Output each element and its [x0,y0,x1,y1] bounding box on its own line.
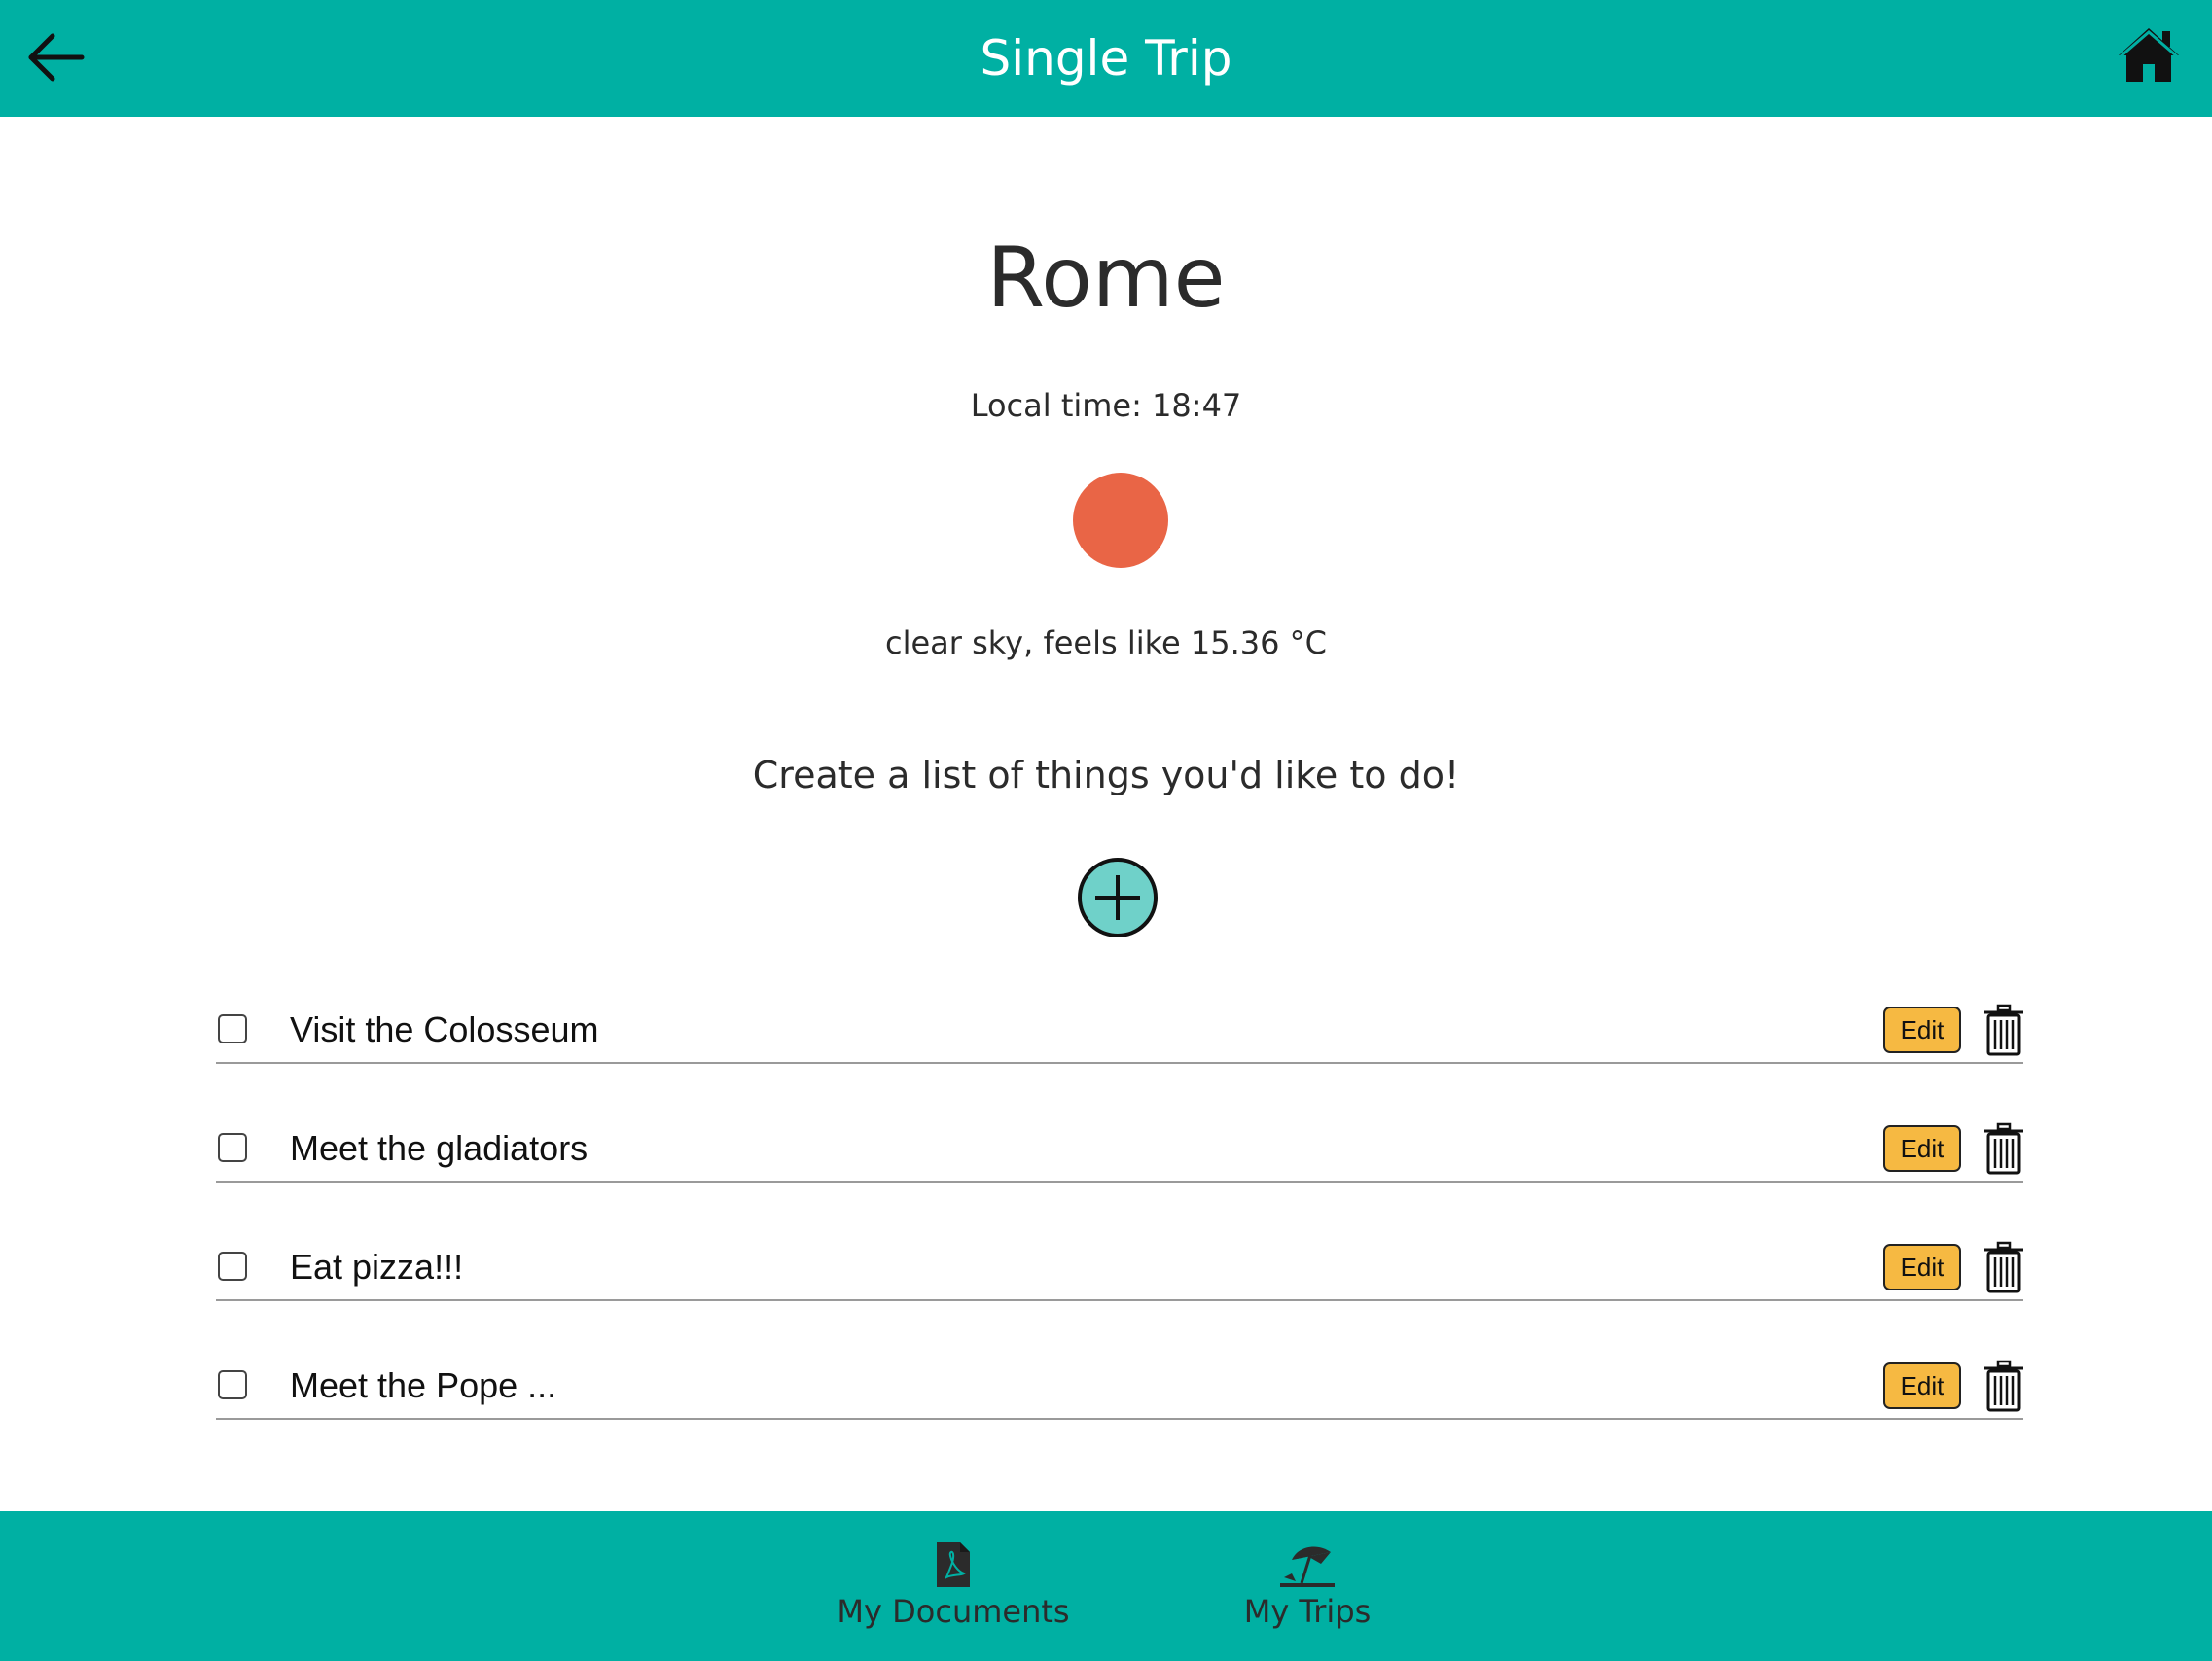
nav-label: My Trips [1243,1593,1372,1630]
delete-button[interactable] [1982,1241,2025,1293]
trash-icon [1984,1004,2023,1056]
top-app-bar: Single Trip [0,0,2212,117]
divider [216,1062,2023,1064]
todo-list: Visit the Colosseum Edit Meet the gladia… [216,982,2023,1457]
home-button[interactable] [2117,25,2181,84]
trash-icon [1984,1241,2023,1293]
todo-label: Eat pizza!!! [290,1247,464,1287]
edit-button[interactable]: Edit [1883,1362,1961,1409]
nav-my-documents[interactable]: My Documents [837,1540,1070,1630]
edit-button[interactable]: Edit [1883,1244,1961,1290]
nav-my-trips[interactable]: My Trips [1220,1540,1395,1630]
divider [216,1418,2023,1420]
beach-umbrella-icon [1280,1546,1335,1587]
page-title: Single Trip [980,30,1232,87]
todo-label: Meet the Pope ... [290,1365,557,1405]
list-item: Visit the Colosseum Edit [216,982,2023,1101]
single-trip-screen: Single Trip Rome Local time: 18:47 clear… [0,0,2212,1661]
delete-button[interactable] [1982,1004,2025,1056]
todo-checkbox[interactable] [218,1252,247,1281]
plus-circle-icon [1095,875,1140,920]
add-todo-button[interactable] [1078,858,1158,937]
list-item: Meet the Pope ... Edit [216,1338,2023,1457]
sun-icon [1073,473,1168,568]
delete-button[interactable] [1982,1122,2025,1175]
pdf-document-icon [937,1542,970,1587]
list-item: Meet the gladiators Edit [216,1101,2023,1219]
trash-icon [1984,1122,2023,1175]
trash-icon [1984,1360,2023,1412]
todo-checkbox[interactable] [218,1133,247,1162]
city-name: Rome [986,230,1226,327]
edit-button[interactable]: Edit [1883,1007,1961,1053]
divider [216,1299,2023,1301]
todo-label: Visit the Colosseum [290,1009,599,1049]
todo-checkbox[interactable] [218,1014,247,1043]
home-icon [2119,28,2179,82]
list-item: Eat pizza!!! Edit [216,1219,2023,1338]
bottom-navigation: My Documents My Trips [0,1511,2212,1661]
weather-description: clear sky, feels like 15.36 °C [885,624,1327,661]
todo-label: Meet the gladiators [290,1128,589,1168]
todo-checkbox[interactable] [218,1370,247,1399]
divider [216,1181,2023,1183]
local-time: Local time: 18:47 [970,387,1242,424]
todo-prompt: Create a list of things you'd like to do… [752,754,1460,796]
nav-label: My Documents [837,1593,1070,1630]
edit-button[interactable]: Edit [1883,1125,1961,1172]
delete-button[interactable] [1982,1360,2025,1412]
